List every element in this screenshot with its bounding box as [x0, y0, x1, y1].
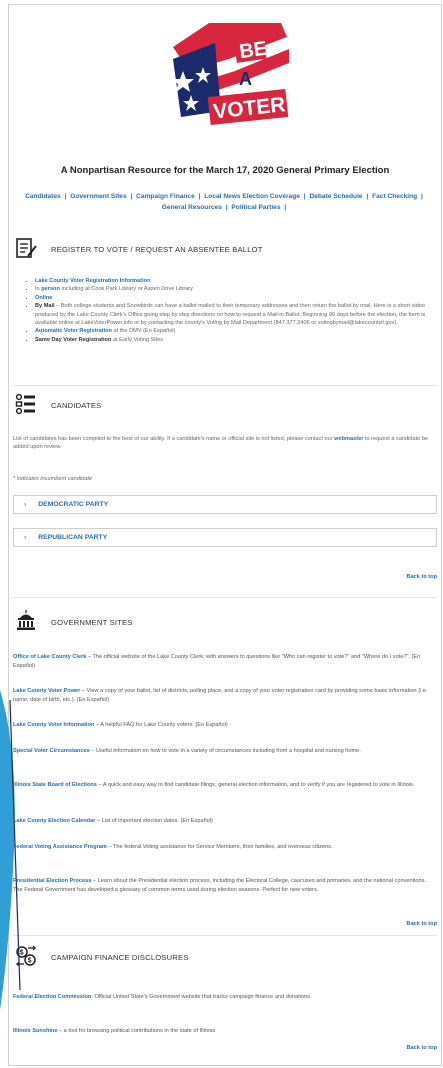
section-nav: Candidates | Government Sites | Campaign…	[25, 193, 423, 211]
list-item: Federal Voting Assistance Program – The …	[13, 844, 333, 850]
list-item: Automatic Voter Registration at the DMV …	[35, 327, 439, 335]
logo-a: A	[239, 69, 252, 89]
divider	[13, 935, 437, 936]
list-item: Illinois State Board of Elections – A qu…	[13, 782, 415, 788]
illinois-sunshine-link[interactable]: Illinois Sunshine	[13, 1028, 57, 1034]
list-item: Special Voter Circumstances – Useful inf…	[13, 748, 361, 754]
nav-link-campaign-finance[interactable]: Campaign Finance	[136, 193, 195, 200]
webmaster-link[interactable]: webmaster	[334, 436, 363, 442]
election-calendar-link[interactable]: Lake County Election Calendar	[13, 818, 95, 824]
chevron-right-icon: ›	[24, 501, 27, 508]
capitol-icon	[17, 610, 35, 630]
state-board-link[interactable]: Illinois State Board of Elections	[13, 782, 97, 788]
nav-link-debate-schedule[interactable]: Debate Schedule	[309, 193, 362, 200]
online-link[interactable]: Online	[35, 295, 52, 301]
list-item: Illinois Sunshine – a tool for browsing …	[13, 1028, 216, 1034]
presidential-process-link[interactable]: Presidential Election Process	[13, 878, 91, 884]
accordion-democratic-party[interactable]: › DEMOCRATIC PARTY	[13, 495, 437, 514]
chevron-right-icon: ›	[24, 534, 27, 541]
accordion-republican-party[interactable]: › REPUBLICAN PARTY	[13, 528, 437, 547]
in-person-link[interactable]: person	[41, 286, 60, 292]
candidates-intro: List of candidates has been compiled to …	[13, 436, 429, 451]
be-a-voter-logo: BE A VOTER!	[172, 23, 293, 125]
list-icon	[15, 393, 35, 415]
list-item: By Mail – Both college students and Snow…	[35, 302, 439, 327]
registration-info-link[interactable]: Lake County Voter Registration Informati…	[35, 278, 151, 284]
nav-link-local-news[interactable]: Local News Election Coverage	[204, 193, 300, 200]
logo-be: BE	[238, 38, 269, 64]
nav-link-political-parties[interactable]: Political Parties	[231, 204, 280, 211]
nav-link-government-sites[interactable]: Government Sites	[70, 193, 126, 200]
list-item: Lake County Voter Information – A helpfu…	[13, 722, 228, 728]
list-item: Same Day Voter Registration at Early Vot…	[35, 336, 439, 344]
back-to-top-link[interactable]: Back to top	[407, 921, 437, 927]
list-item: Presidential Election Process – Learn ab…	[13, 878, 426, 893]
fec-link[interactable]: Federal Election Commission	[13, 994, 91, 1000]
list-item: In person including at Cook Park Library…	[35, 285, 439, 293]
register-list: Lake County Voter Registration Informati…	[25, 277, 439, 344]
list-item: Lake County Voter Registration Informati…	[35, 277, 439, 285]
divider	[13, 385, 437, 386]
incumbent-note: * indicates incumbent candidate	[13, 476, 92, 482]
divider	[13, 597, 437, 598]
voter-information-link[interactable]: Lake County Voter Information	[13, 722, 94, 728]
government-section-title: GOVERNMENT SITES	[51, 618, 133, 627]
form-icon	[16, 238, 37, 258]
nav-link-candidates[interactable]: Candidates	[25, 193, 61, 200]
list-item: Online	[35, 294, 439, 302]
list-item: Office of Lake County Clerk – The offici…	[13, 654, 421, 669]
special-circumstances-link[interactable]: Special Voter Circumstances	[13, 748, 90, 754]
page-subtitle: A Nonpartisan Resource for the March 17,…	[60, 165, 390, 176]
candidates-section-title: CANDIDATES	[51, 401, 102, 410]
register-section-title: REGISTER TO VOTE / REQUEST AN ABSENTEE B…	[51, 245, 263, 254]
list-item: Lake County Voter Power – View a copy of…	[13, 688, 428, 703]
nav-link-fact-checking[interactable]: Fact Checking	[372, 193, 417, 200]
fvap-link[interactable]: Federal Voting Assistance Program	[13, 844, 107, 850]
decorative-swoosh	[0, 690, 21, 1010]
list-item: Lake County Election Calendar – List of …	[13, 818, 213, 824]
clerk-office-link[interactable]: Office of Lake County Clerk	[13, 654, 86, 660]
back-to-top-link[interactable]: Back to top	[407, 574, 437, 580]
automatic-registration-link[interactable]: Automatic Voter Registration	[35, 328, 112, 334]
list-item: Federal Election Commission: Official Un…	[13, 994, 312, 1000]
nav-link-general-resources[interactable]: General Resources	[162, 204, 222, 211]
back-to-top-link[interactable]: Back to top	[407, 1045, 437, 1051]
svg-text:$: $	[28, 958, 32, 965]
page-frame: BE A VOTER! A Nonpartisan Resource for t…	[8, 4, 442, 1066]
finance-section-title: CAMPAIGN FINANCE DISCLOSURES	[51, 953, 189, 962]
